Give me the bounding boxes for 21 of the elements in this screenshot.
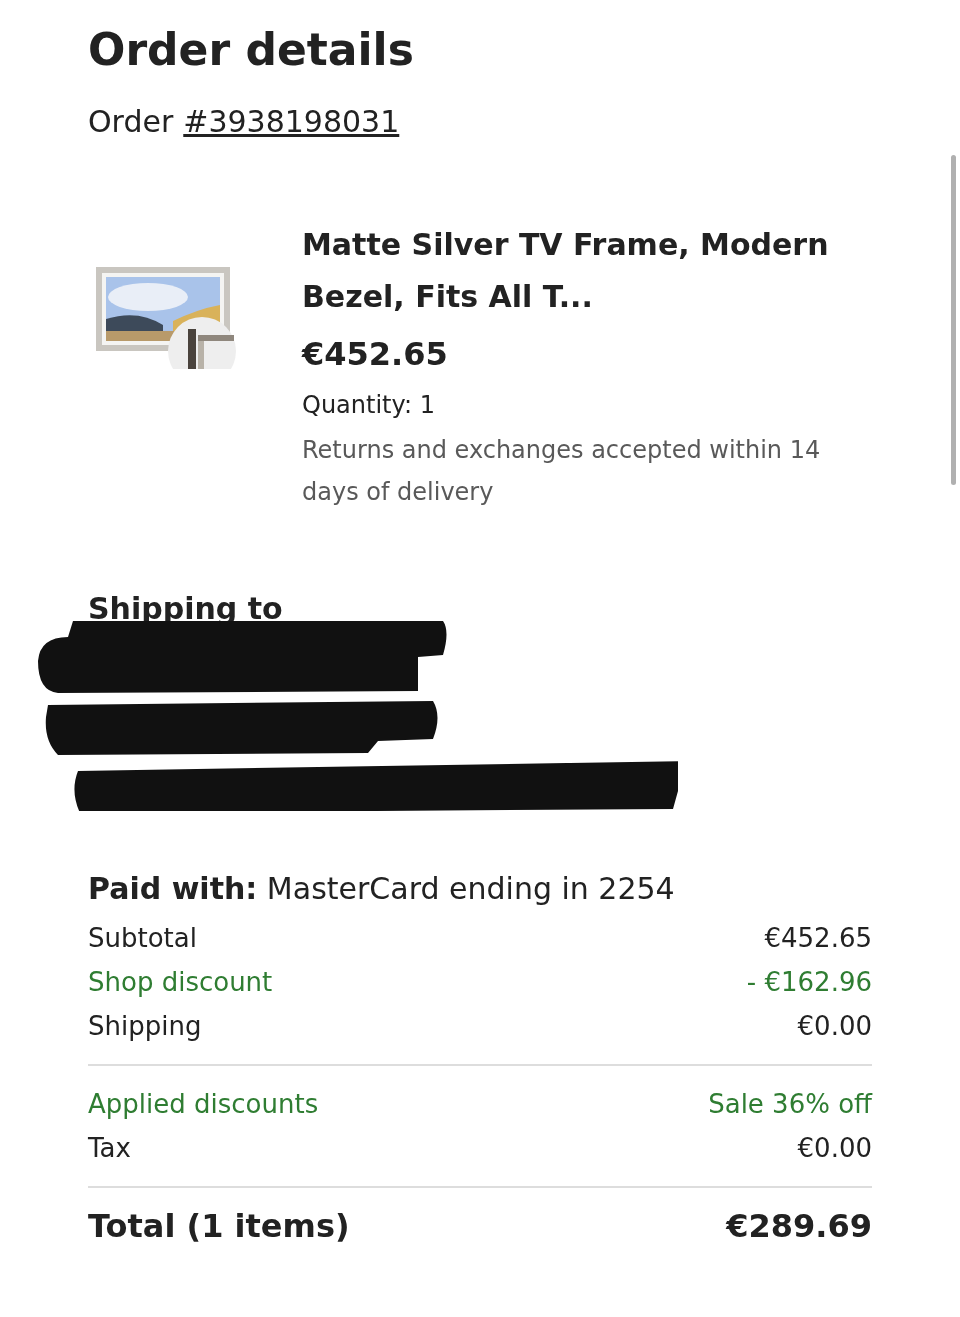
total-value: €289.69 (726, 1208, 872, 1244)
summary-label: Shipping (88, 1010, 202, 1043)
product-price: €452.65 (302, 335, 449, 373)
page-title: Order details (88, 23, 415, 77)
scrollbar[interactable] (951, 155, 956, 485)
summary-value: €0.00 (797, 1010, 872, 1043)
summary-value: €452.65 (764, 922, 872, 955)
summary-value: Sale 36% off (708, 1088, 872, 1121)
quantity-text: Quantity: 1 (302, 391, 436, 419)
summary-label: Subtotal (88, 922, 197, 955)
order-number-link[interactable]: #3938198031 (183, 104, 400, 139)
summary-label: Tax (88, 1132, 131, 1165)
returns-policy-text: Returns and exchanges accepted within 14 days of delivery (302, 435, 822, 508)
total-label: Total (1 items) (88, 1208, 350, 1244)
summary-value: - €162.96 (746, 966, 872, 999)
summary-value: €0.00 (797, 1132, 872, 1165)
order-label: Order (88, 104, 174, 139)
summary-label: Applied discounts (88, 1088, 319, 1121)
summary-label: Shop discount (88, 966, 273, 999)
payment-method-text: Paid with: MasterCard ending in 2254 (88, 871, 676, 906)
product-title[interactable]: Matte Silver TV Frame, Modern Bezel, Fits All T... (302, 219, 832, 323)
